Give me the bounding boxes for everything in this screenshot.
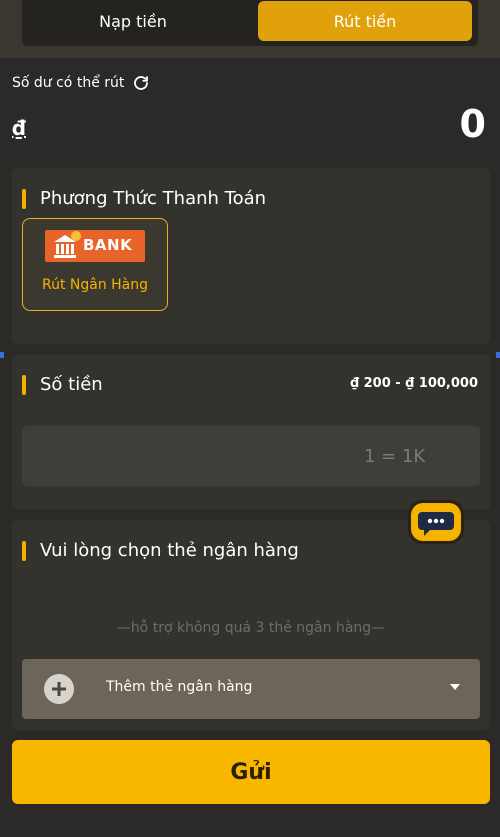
payment-method-card: Phương Thức Thanh Toán BANK Rút Ngân Hàn…	[12, 168, 490, 344]
tab-withdraw[interactable]: Rút tiền	[258, 1, 472, 41]
amount-card: Số tiền ₫ 200 - ₫ 100,000	[12, 354, 490, 510]
add-bank-card-label: Thêm thẻ ngân hàng	[106, 679, 253, 695]
plus-icon	[44, 674, 74, 704]
amount-input[interactable]	[22, 426, 480, 486]
bank-card-header: Vui lòng chọn thẻ ngân hàng	[22, 540, 299, 561]
bank-icon	[54, 231, 81, 258]
tab-group: Nạp tiền Rút tiền	[22, 0, 478, 46]
balance-currency: ₫	[12, 116, 26, 140]
balance-label: Số dư có thể rút	[12, 75, 125, 91]
section-bar	[22, 540, 26, 561]
section-bar	[22, 188, 26, 209]
bank-option-label: Rút Ngân Hàng	[41, 277, 149, 293]
amount-title: Số tiền	[40, 374, 103, 395]
bank-logo-text: BANK	[83, 236, 133, 254]
add-bank-card-dropdown[interactable]: Thêm thẻ ngân hàng	[22, 659, 480, 719]
bank-card-hint: —hỗ trợ không quá 3 thẻ ngân hàng—	[116, 620, 386, 636]
tab-deposit[interactable]: Nạp tiền	[26, 1, 240, 41]
submit-button[interactable]: Gửi	[12, 740, 490, 804]
left-edge-handle	[0, 352, 4, 358]
bank-card-section: Vui lòng chọn thẻ ngân hàng —hỗ trợ khôn…	[12, 520, 490, 730]
payment-method-title: Phương Thức Thanh Toán	[40, 188, 267, 209]
balance-label-row: Số dư có thể rút	[12, 74, 150, 92]
chat-icon	[408, 500, 464, 544]
amount-header: Số tiền	[22, 374, 103, 395]
chevron-down-icon	[450, 684, 460, 690]
bank-withdraw-option[interactable]: BANK Rút Ngân Hàng	[22, 218, 168, 311]
section-bar	[22, 374, 26, 395]
bank-card-title: Vui lòng chọn thẻ ngân hàng	[40, 540, 299, 561]
amount-range: ₫ 200 - ₫ 100,000	[350, 376, 478, 391]
payment-method-header: Phương Thức Thanh Toán	[22, 188, 266, 209]
bank-logo: BANK	[45, 230, 145, 262]
refresh-icon[interactable]	[132, 74, 150, 92]
balance-value: 0	[459, 102, 486, 146]
chat-support-button[interactable]	[406, 498, 466, 550]
tab-bar: Nạp tiền Rút tiền	[0, 0, 500, 58]
right-edge-handle	[496, 352, 500, 358]
